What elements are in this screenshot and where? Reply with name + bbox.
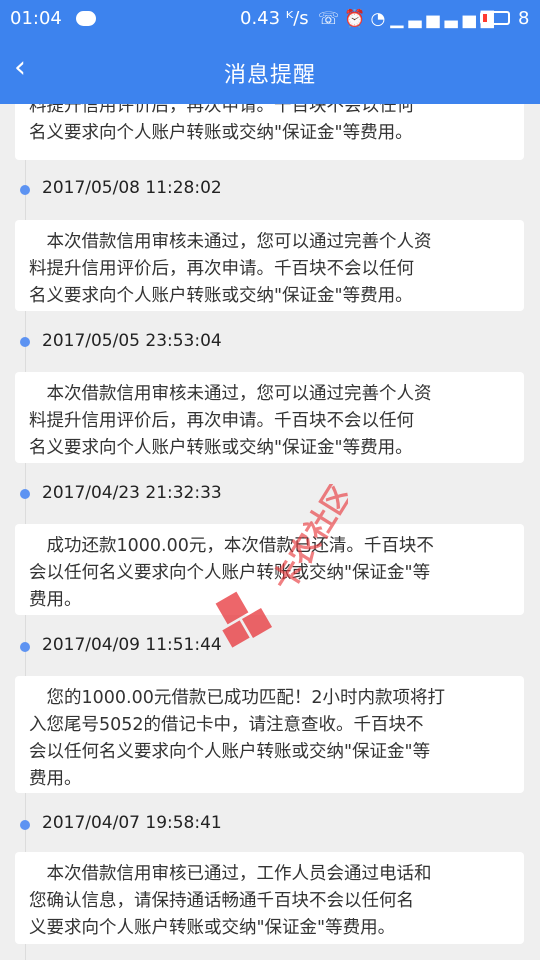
status-icons: ☏⏰◔▁▃▅▃▅▇ [318,9,499,29]
battery-level: 8 [518,8,530,29]
timeline-dot [20,642,30,652]
message-card: 本次借款信用审核已通过，工作人员会通过电话和 您确认信息，请保持通话畅通千百块不… [15,852,524,944]
wifi-icon: ◔ [370,9,391,29]
timeline-dot [20,820,30,830]
message-date: 2017/05/08 11:28:02 [42,178,222,198]
signal-icon: ▁▃▅ [390,9,445,29]
message-date: 2017/05/05 23:53:04 [42,331,222,351]
network-speed: 0.43 ᴷ/s [240,8,309,29]
status-bar: 01:04 0.43 ᴷ/s ☏⏰◔▁▃▅▃▅▇ 8 [0,0,540,38]
message-card: 本次借款信用审核未通过，您可以通过完善个人资 料提升信用评价后，再次申请。千百块… [15,220,524,311]
alarm-icon: ⏰ [344,9,371,29]
message-card: 料提升信用评价后，再次申请。千百块不会以任何 名义要求向个人账户转账或交纳"保证… [15,104,524,160]
message-date: 2017/04/23 21:32:33 [42,483,222,503]
status-time: 01:04 [10,8,62,29]
message-date: 2017/04/09 11:51:44 [42,635,222,655]
timeline-dot [20,185,30,195]
message-card: 成功还款1000.00元，本次借款已还清。千百块不 会以任何名义要求向个人账户转… [15,524,524,615]
message-date: 2017/04/07 19:58:41 [42,813,222,833]
page-title: 消息提醒 [223,63,316,88]
message-card: 本次借款信用审核未通过，您可以通过完善个人资 料提升信用评价后，再次申请。千百块… [15,372,524,463]
message-card: 您的1000.00元借款已成功匹配！2小时内款项将打 入您尾号5052的借记卡中… [15,676,524,793]
timeline-dot [20,337,30,347]
battery-icon [480,11,510,25]
phone-icon: ☏ [318,9,345,29]
app-header: ‹ 消息提醒 [0,38,540,104]
chat-icon [76,11,96,26]
timeline-dot [20,489,30,499]
message-list[interactable]: 料提升信用评价后，再次申请。千百块不会以任何 名义要求向个人账户转账或交纳"保证… [0,104,540,960]
